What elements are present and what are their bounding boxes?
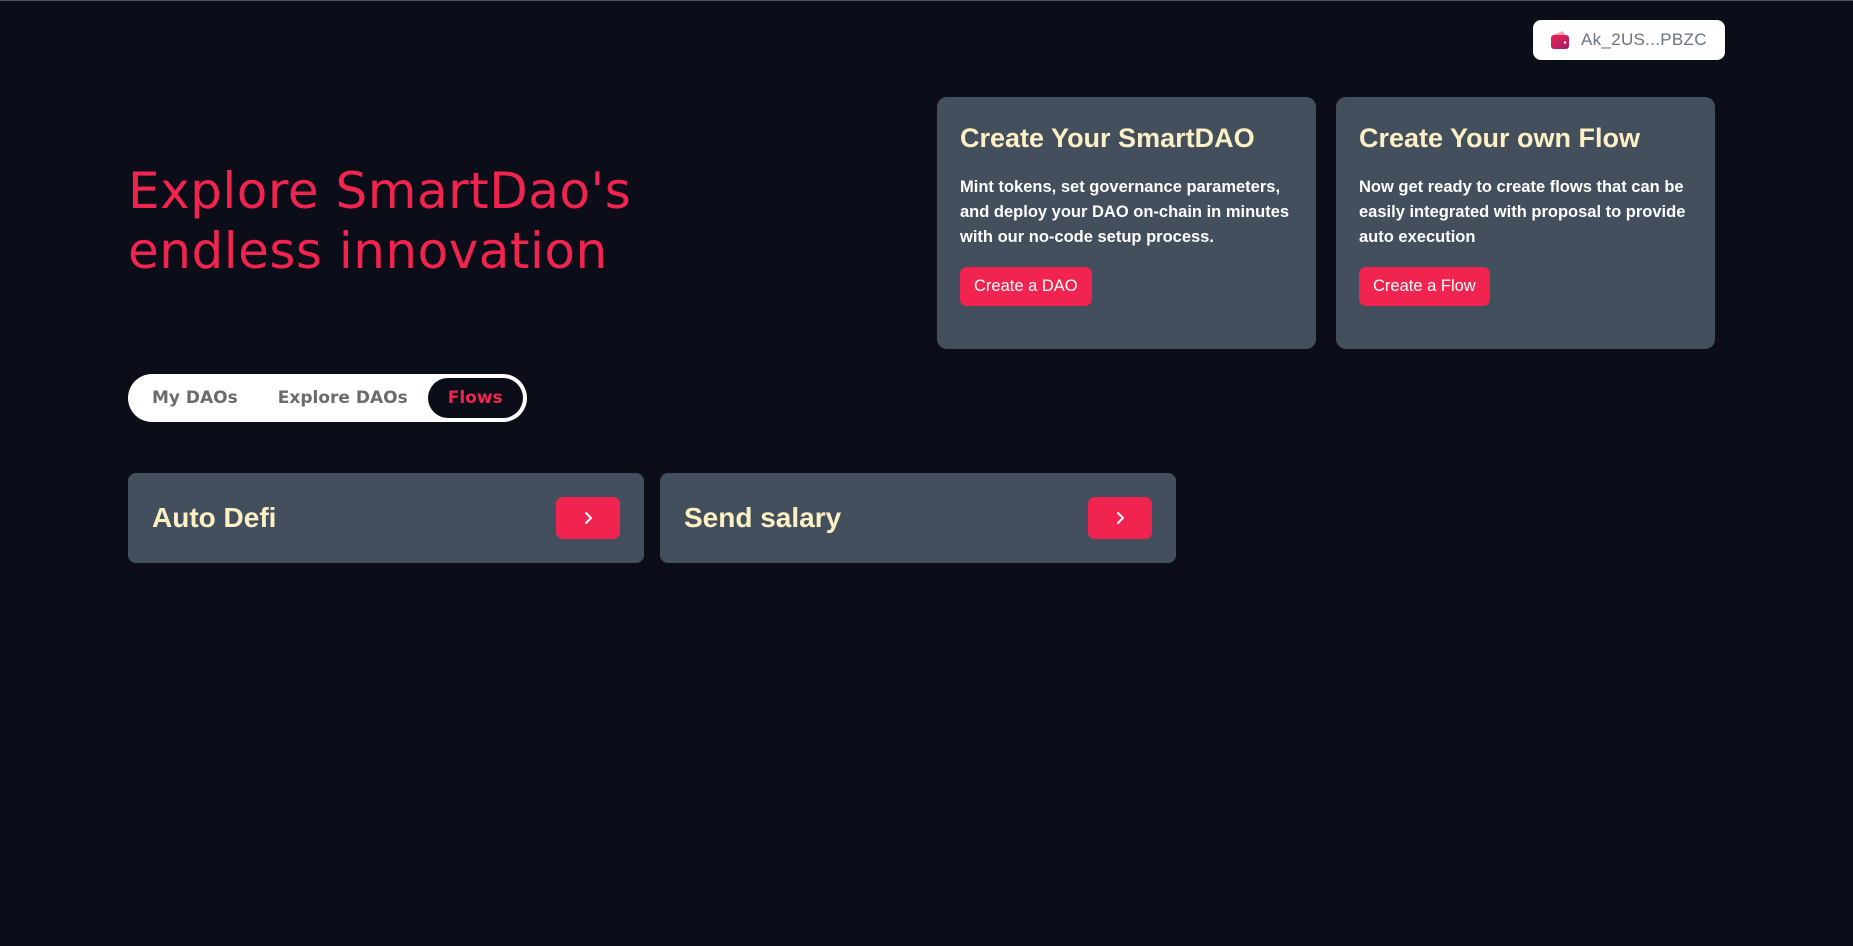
create-flow-card: Create Your own Flow Now get ready to cr… (1336, 97, 1715, 349)
page-title: Explore SmartDao's endless innovation (128, 162, 632, 280)
chevron-right-icon (585, 512, 592, 524)
open-flow-button[interactable] (1088, 497, 1152, 539)
create-dao-title: Create Your SmartDAO (960, 123, 1255, 153)
create-dao-card: Create Your SmartDAO Mint tokens, set go… (937, 97, 1316, 349)
flow-card-send-salary[interactable]: Send salary (660, 473, 1176, 563)
create-dao-button[interactable]: Create a DAO (960, 267, 1092, 306)
flow-name: Auto Defi (152, 502, 277, 533)
create-flow-button[interactable]: Create a Flow (1359, 267, 1490, 306)
flow-name: Send salary (684, 502, 842, 533)
tab-my-daos[interactable]: My DAOs (152, 388, 238, 408)
create-flow-description: Now get ready to create flows that can b… (1359, 178, 1686, 246)
flow-card-auto-defi[interactable]: Auto Defi (128, 473, 644, 563)
chevron-right-icon (1117, 512, 1124, 524)
create-flow-title: Create Your own Flow (1359, 123, 1641, 153)
open-flow-button[interactable] (556, 497, 620, 539)
tab-flows[interactable]: Flows (427, 378, 523, 418)
wallet-address: Ak_2US...PBZC (1581, 30, 1707, 49)
wallet-icon (1549, 29, 1571, 51)
create-dao-description: Mint tokens, set governance parameters, … (960, 178, 1290, 246)
wallet-button[interactable]: Ak_2US...PBZC (1533, 20, 1725, 60)
dao-tabs: My DAOs Explore DAOs Flows (128, 374, 527, 422)
tab-explore-daos[interactable]: Explore DAOs (278, 388, 408, 408)
